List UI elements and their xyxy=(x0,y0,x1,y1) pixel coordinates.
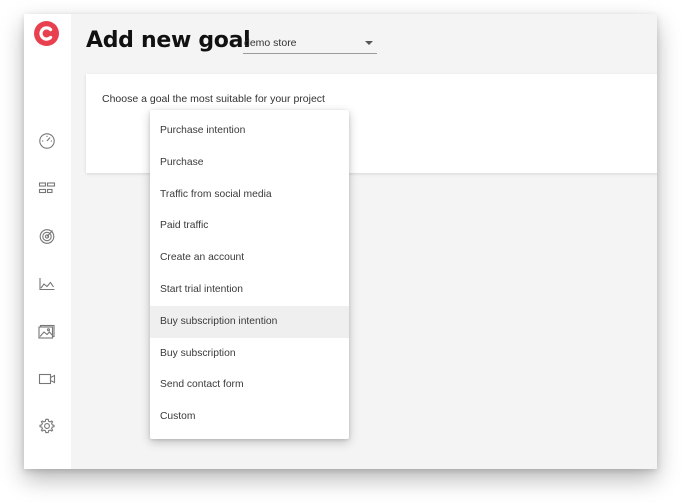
goal-prompt: Choose a goal the most suitable for your… xyxy=(102,93,325,105)
c-logo-icon[interactable] xyxy=(34,21,59,46)
goal-option-buy-subscription-intention[interactable]: Buy subscription intention xyxy=(150,305,349,338)
page-title: Add new goal xyxy=(86,28,251,53)
heatmap-image-icon[interactable] xyxy=(37,321,57,341)
gear-icon[interactable] xyxy=(37,416,57,436)
target-icon[interactable] xyxy=(37,226,57,246)
sidebar xyxy=(24,14,71,469)
chart-icon[interactable] xyxy=(37,274,57,294)
goal-option-paid-traffic[interactable]: Paid traffic xyxy=(150,210,349,242)
main-content: Add new goal demo store Choose a goal th… xyxy=(71,14,657,469)
dashboard-icon[interactable] xyxy=(37,131,57,151)
store-select-value: demo store xyxy=(244,37,297,49)
goal-option-custom[interactable]: Custom xyxy=(150,401,349,433)
goal-option-create-account[interactable]: Create an account xyxy=(150,242,349,274)
chevron-down-icon xyxy=(365,41,373,45)
goal-option-buy-subscription[interactable]: Buy subscription xyxy=(150,338,349,370)
goal-option-purchase-intention[interactable]: Purchase intention xyxy=(150,115,349,147)
goal-option-start-trial-intention[interactable]: Start trial intention xyxy=(150,274,349,306)
goal-option-send-contact-form[interactable]: Send contact form xyxy=(150,369,349,401)
goal-option-purchase[interactable]: Purchase xyxy=(150,147,349,179)
goal-option-traffic-social[interactable]: Traffic from social media xyxy=(150,179,349,211)
store-select[interactable]: demo store xyxy=(243,35,377,54)
app-window: Add new goal demo store Choose a goal th… xyxy=(24,14,657,469)
goal-dropdown-menu: Purchase intention Purchase Traffic from… xyxy=(150,110,349,439)
video-icon[interactable] xyxy=(37,369,57,389)
funnel-icon[interactable] xyxy=(37,178,57,198)
